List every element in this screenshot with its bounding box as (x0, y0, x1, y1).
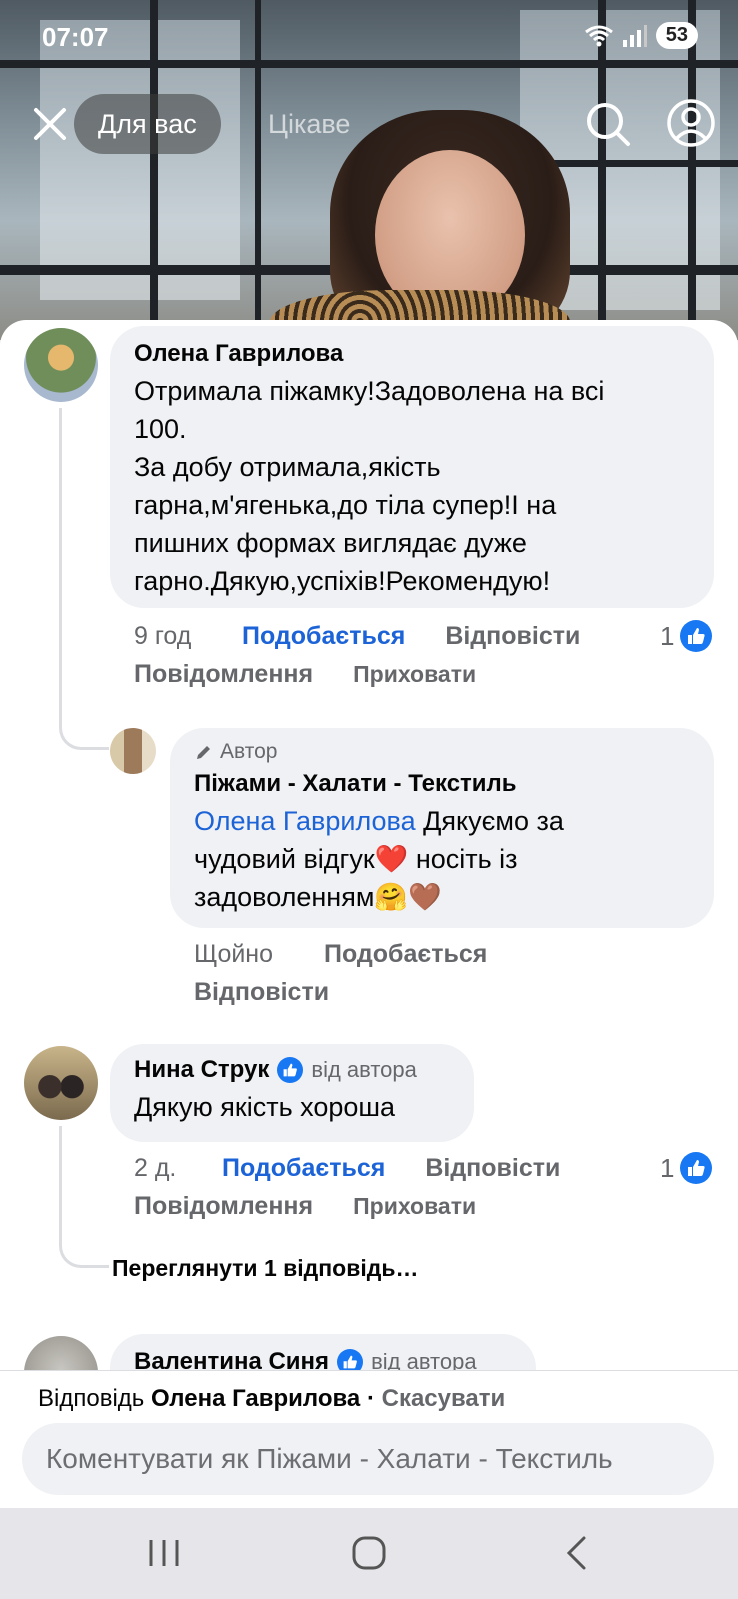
reply-text: Олена Гаврилова Дякуємо за чудовий відгу… (194, 806, 564, 912)
avatar[interactable] (24, 1046, 98, 1120)
pencil-icon (197, 746, 210, 759)
hide-button[interactable]: Приховати (353, 661, 476, 688)
comment-bubble[interactable]: Нина Струк від автора Дякую якість хорош… (110, 1044, 474, 1142)
message-button[interactable]: Повідомлення (134, 1192, 313, 1221)
thumbs-up-icon (337, 1349, 364, 1370)
back-icon (566, 1536, 586, 1570)
comment-text: Дякую якість хороша (134, 1092, 396, 1122)
replying-to-name: Олена Гаврилова (150, 1385, 361, 1412)
comments-sheet: Олена Гаврилова Отримала піжамку!Задовол… (0, 320, 738, 1370)
author-badge: від автора (311, 1057, 417, 1082)
avatar[interactable] (24, 328, 98, 402)
recent-apps-icon (149, 1540, 179, 1566)
status-time: 07:07 (42, 22, 109, 52)
reply-time: Щойно (194, 940, 274, 968)
comment-bubble[interactable]: Олена Гаврилова Отримала піжамку!Задовол… (110, 326, 714, 608)
comment-author[interactable]: Олена Гаврилова (134, 340, 690, 368)
reply-button[interactable]: Відповісти (445, 622, 580, 651)
reply-bar: Відповідь Олена Гаврилова · Скасувати (0, 1370, 738, 1508)
comment-author[interactable]: Нина Струк (134, 1056, 269, 1084)
home-button[interactable] (339, 1528, 399, 1578)
like-button[interactable]: Подобається (324, 940, 487, 969)
like-count: 1 (660, 620, 713, 652)
recent-apps-button[interactable] (134, 1528, 194, 1578)
thumbs-up-icon (277, 1057, 304, 1083)
cancel-reply-button[interactable]: Скасувати (382, 1385, 506, 1412)
comment-time: 9 год (134, 622, 192, 650)
android-navigation-bar (0, 1508, 738, 1599)
home-icon (352, 1536, 386, 1570)
wifi-icon (584, 25, 613, 46)
thumbs-up-icon (680, 620, 713, 652)
author-badge: Автор (194, 740, 690, 764)
search-button[interactable] (584, 100, 632, 148)
mention-link[interactable]: Олена Гаврилова (194, 806, 416, 836)
like-button[interactable]: Подобається (242, 622, 405, 651)
back-button[interactable] (546, 1528, 606, 1578)
reply-bubble[interactable]: Автор Піжами - Халати - Текстиль Олена Г… (170, 728, 714, 928)
avatar[interactable] (24, 1336, 98, 1370)
thumbs-up-icon (680, 1152, 713, 1184)
tab-for-you[interactable]: Для вас (74, 94, 221, 154)
hide-button[interactable]: Приховати (353, 1193, 476, 1220)
avatar[interactable] (110, 728, 156, 774)
tab-interesting[interactable]: Цікаве (268, 94, 350, 154)
close-icon (34, 108, 66, 140)
reply-author[interactable]: Піжами - Халати - Текстиль (194, 770, 690, 798)
comment-text: Отримала піжамку!Задоволена на всі 100. … (134, 376, 605, 596)
replying-to-label: Відповідь Олена Гаврилова · Скасувати (38, 1385, 506, 1412)
profile-button[interactable] (666, 98, 716, 148)
profile-icon (667, 99, 715, 147)
view-replies-link[interactable]: Переглянути 1 відповідь… (112, 1255, 418, 1282)
reply-button[interactable]: Відповісти (425, 1154, 560, 1183)
author-badge: від автора (371, 1349, 477, 1370)
reply-button[interactable]: Відповісти (194, 978, 329, 1007)
like-count: 1 (660, 1152, 713, 1184)
comment-bubble[interactable]: Валентина Синя від автора (110, 1334, 536, 1370)
close-button[interactable] (28, 102, 72, 146)
signal-icon (622, 24, 647, 47)
top-nav: Для вас Цікаве (0, 90, 738, 154)
like-button[interactable]: Подобається (222, 1154, 385, 1183)
comment-author[interactable]: Валентина Синя (134, 1348, 329, 1370)
search-icon (587, 103, 630, 146)
battery-indicator: 53 (655, 22, 698, 49)
comment-time: 2 д. (134, 1154, 177, 1182)
status-bar: 07:07 53 (0, 0, 738, 78)
comment-input[interactable] (22, 1423, 714, 1495)
message-button[interactable]: Повідомлення (134, 660, 313, 689)
